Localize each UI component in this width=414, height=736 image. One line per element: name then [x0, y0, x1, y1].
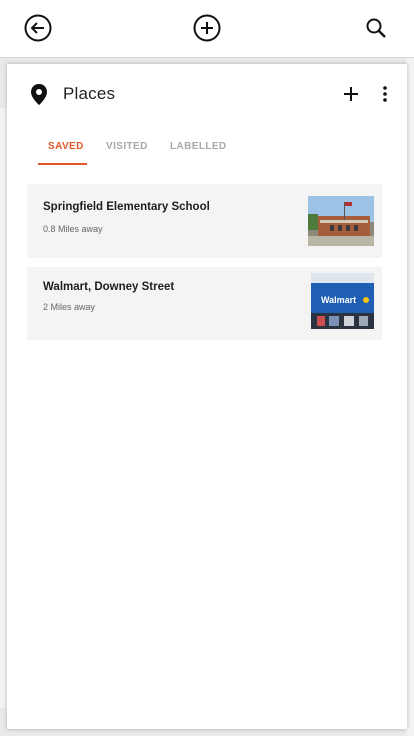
plus-icon[interactable] — [342, 85, 360, 103]
place-thumbnail — [308, 196, 374, 246]
place-distance: 2 Miles away — [43, 302, 96, 312]
place-card[interactable]: Walmart, Downey Street 2 Miles away Walm… — [27, 267, 382, 340]
place-card[interactable]: Springfield Elementary School 0.8 Miles … — [27, 184, 382, 258]
place-name: Walmart, Downey Street — [43, 281, 175, 293]
school-photo-icon — [308, 196, 374, 246]
store-photo-icon: Walmart — [311, 273, 374, 329]
back-button[interactable] — [23, 13, 53, 43]
add-place-button[interactable] — [192, 13, 222, 43]
place-tabs: SAVED VISITED LABELLED — [37, 141, 297, 167]
store-sign-text: Walmart — [321, 295, 356, 305]
search-icon — [366, 18, 386, 38]
active-tab-indicator — [38, 163, 87, 165]
arrow-left-circle-icon — [24, 14, 52, 42]
tab-saved[interactable]: SAVED — [48, 141, 84, 161]
panel-title: Places — [63, 84, 116, 103]
tab-visited[interactable]: VISITED — [106, 141, 148, 161]
places-panel: Places SAVED VISITED LABELLED Springfiel… — [7, 64, 407, 729]
plus-circle-icon — [193, 14, 221, 42]
tab-labelled[interactable]: LABELLED — [170, 141, 227, 161]
top-app-bar — [0, 0, 414, 58]
location-pin-icon — [31, 84, 47, 105]
search-button[interactable] — [361, 13, 391, 43]
map-road — [406, 58, 414, 736]
more-vertical-icon[interactable] — [380, 85, 390, 103]
place-thumbnail: Walmart — [311, 273, 374, 329]
panel-header: Places — [7, 64, 407, 124]
place-distance: 0.8 Miles away — [43, 224, 103, 234]
place-name: Springfield Elementary School — [43, 201, 210, 213]
